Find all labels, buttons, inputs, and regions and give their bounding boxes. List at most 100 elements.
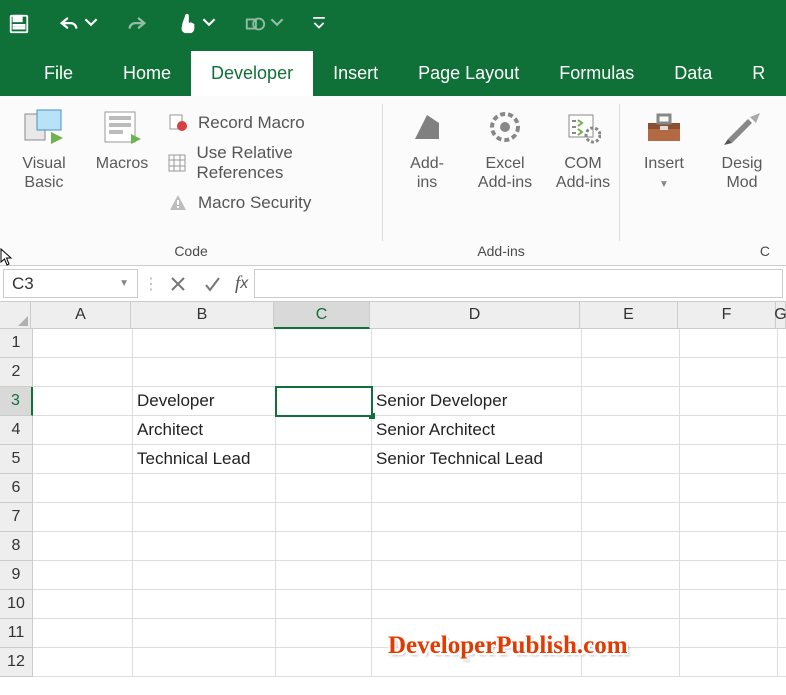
tab-file[interactable]: File [24,51,103,96]
cell[interactable] [582,590,680,619]
record-macro-button[interactable]: Record Macro [168,106,370,140]
column-header[interactable]: B [131,302,274,329]
cell[interactable]: Architect [133,416,276,445]
tab-insert[interactable]: Insert [313,51,398,96]
cell[interactable] [778,387,786,416]
cell[interactable] [778,648,786,677]
row-header[interactable]: 11 [0,619,33,648]
row-header[interactable]: 1 [0,329,33,358]
row-header[interactable]: 12 [0,648,33,677]
cell[interactable] [680,648,778,677]
row-header[interactable]: 10 [0,590,33,619]
cell[interactable] [276,445,372,474]
cell[interactable] [372,648,582,677]
cell[interactable] [778,329,786,358]
cell[interactable] [33,358,133,387]
column-header[interactable]: F [678,302,776,329]
tab-data[interactable]: Data [654,51,732,96]
cell[interactable] [33,590,133,619]
cell[interactable] [778,503,786,532]
column-header[interactable]: E [580,302,678,329]
cell[interactable] [133,619,276,648]
cell[interactable] [133,648,276,677]
cell[interactable] [276,503,372,532]
cell[interactable] [778,532,786,561]
addins-button[interactable]: Add- ins [395,104,459,239]
row-header[interactable]: 5 [0,445,33,474]
cell[interactable] [680,416,778,445]
cell[interactable] [276,590,372,619]
cell[interactable] [680,329,778,358]
cell[interactable] [33,445,133,474]
design-mode-button[interactable]: Desig Mod [710,104,774,239]
cell[interactable] [133,561,276,590]
cell[interactable] [372,590,582,619]
chevron-down-icon[interactable] [84,15,98,34]
cell[interactable]: Senior Developer [372,387,582,416]
cell[interactable] [276,358,372,387]
cell[interactable] [778,445,786,474]
cell[interactable] [33,503,133,532]
save-icon[interactable] [8,13,30,35]
redo-icon[interactable] [126,13,148,35]
cell[interactable] [33,619,133,648]
cell[interactable] [680,445,778,474]
cell[interactable] [33,532,133,561]
cell[interactable] [582,358,680,387]
cell[interactable] [133,590,276,619]
column-header[interactable]: D [370,302,580,329]
cell[interactable] [33,416,133,445]
cell[interactable] [778,561,786,590]
cell[interactable] [133,329,276,358]
cell[interactable] [372,561,582,590]
chevron-down-icon[interactable] [270,15,284,34]
cell[interactable] [680,387,778,416]
row-header[interactable]: 3 [0,387,33,416]
cell[interactable] [582,619,680,648]
chevron-down-icon[interactable] [202,15,216,34]
cell[interactable] [372,619,582,648]
cell[interactable] [778,358,786,387]
cell[interactable] [372,329,582,358]
row-header[interactable]: 2 [0,358,33,387]
cell[interactable] [680,532,778,561]
cell[interactable] [582,416,680,445]
row-header[interactable]: 9 [0,561,33,590]
insert-controls-button[interactable]: Insert▼ [632,104,696,239]
cell[interactable] [133,503,276,532]
cell[interactable] [33,387,133,416]
name-box[interactable]: C3 ▼ [3,269,138,298]
cell[interactable] [680,503,778,532]
visual-basic-button[interactable]: Visual Basic [12,104,76,239]
com-addins-button[interactable]: COM Add-ins [551,104,615,239]
cell[interactable] [372,532,582,561]
column-header[interactable]: A [31,302,131,329]
cell[interactable] [133,358,276,387]
fx-icon[interactable]: fx [229,266,254,301]
touch-mode-icon[interactable] [176,13,216,35]
cell[interactable] [33,474,133,503]
cell[interactable] [582,561,680,590]
row-header[interactable]: 4 [0,416,33,445]
cell[interactable] [778,416,786,445]
cell[interactable]: Senior Technical Lead [372,445,582,474]
shapes-icon[interactable] [244,13,284,35]
use-relative-references-button[interactable]: Use Relative References [168,146,370,180]
cell[interactable] [680,358,778,387]
cell[interactable] [276,561,372,590]
cell[interactable] [33,329,133,358]
cell[interactable] [276,329,372,358]
cell[interactable] [582,474,680,503]
cell[interactable] [680,474,778,503]
cell[interactable] [276,648,372,677]
cell[interactable] [778,590,786,619]
tab-r[interactable]: R [732,51,785,96]
cell[interactable] [778,619,786,648]
cell[interactable] [33,561,133,590]
excel-addins-button[interactable]: Excel Add-ins [473,104,537,239]
cell[interactable] [276,474,372,503]
cell[interactable]: Developer [133,387,276,416]
cell[interactable] [582,532,680,561]
cell[interactable] [133,474,276,503]
tab-home[interactable]: Home [103,51,191,96]
